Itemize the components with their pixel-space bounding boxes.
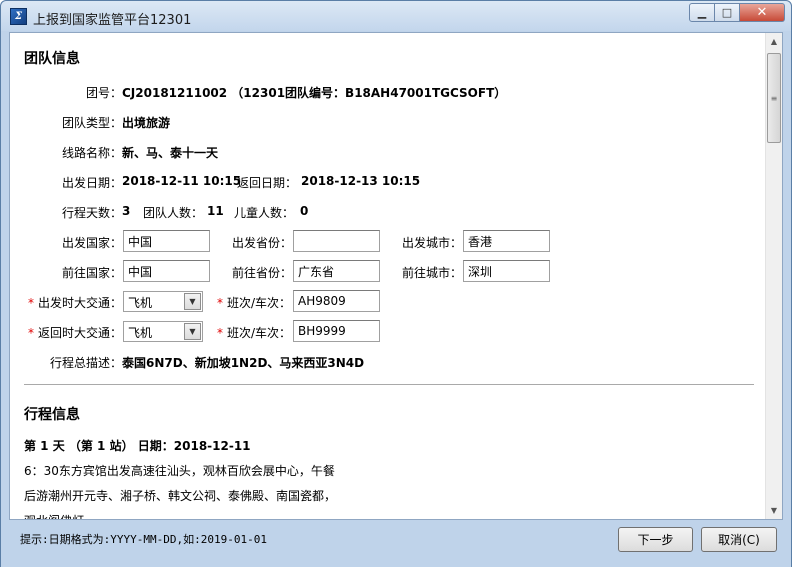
return-date-label: 返回日期： — [237, 176, 298, 190]
depart-city-label: 出发城市： — [402, 236, 463, 250]
dest-province-label: 前往省份： — [232, 266, 293, 280]
scroll-down-icon[interactable]: ▼ — [766, 502, 782, 519]
window-controls: ▁ □ ✕ — [689, 3, 785, 22]
section-divider — [24, 384, 754, 385]
depart-transport-value: 飞机 — [128, 296, 153, 310]
close-button[interactable]: ✕ — [740, 3, 785, 22]
scroll-content: 团队信息 团号： CJ20181211002 （12301团队编号：B18AH4… — [10, 33, 766, 519]
route-name-label: 线路名称： — [62, 146, 123, 160]
depart-country-input[interactable] — [123, 230, 210, 252]
depart-date-value: 2018-12-11 10:15 — [122, 174, 242, 188]
team-info-heading: 团队信息 — [24, 51, 80, 67]
depart-transport-label-text: 出发时大交通： — [38, 296, 123, 310]
trip-line: 观北阁佛灯 — [24, 512, 84, 519]
depart-transport-select[interactable]: 飞机 ▼ — [123, 291, 203, 312]
cancel-button[interactable]: 取消(C) — [701, 527, 777, 552]
dest-city-input[interactable] — [463, 260, 550, 282]
return-transport-value: 飞机 — [128, 326, 153, 340]
itinerary-desc-label: 行程总描述： — [50, 356, 123, 370]
depart-flight-input[interactable] — [293, 290, 380, 312]
return-date-value: 2018-12-13 10:15 — [301, 174, 421, 188]
return-transport-label-text: 返回时大交通： — [38, 326, 123, 340]
chevron-down-icon[interactable]: ▼ — [184, 323, 201, 340]
minimize-button[interactable]: ▁ — [689, 3, 715, 22]
date-format-hint: 提示:日期格式为:YYYY-MM-DD,如:2019-01-01 — [20, 533, 267, 546]
depart-flight-label-text: 班次/车次： — [227, 296, 292, 310]
depart-province-label: 出发省份： — [232, 236, 293, 250]
form-panel: 团队信息 团号： CJ20181211002 （12301团队编号：B18AH4… — [9, 32, 783, 520]
scroll-thumb[interactable]: ≡ — [767, 53, 781, 143]
people-label: 团队人数： — [143, 206, 204, 220]
group-type-label: 团队类型： — [62, 116, 123, 130]
depart-province-input[interactable] — [293, 230, 380, 252]
depart-date-label: 出发日期： — [62, 176, 123, 190]
people-value: 11 — [207, 204, 224, 218]
children-value: 0 — [300, 204, 309, 218]
app-logo-icon: Σ — [10, 8, 27, 25]
dest-country-input[interactable] — [123, 260, 210, 282]
dest-city-label: 前往城市： — [402, 266, 463, 280]
depart-transport-label: * 出发时大交通： — [28, 294, 122, 311]
depart-country-label: 出发国家： — [62, 236, 123, 250]
group-type-value: 出境旅游 — [122, 116, 171, 130]
next-button[interactable]: 下一步 — [618, 527, 693, 552]
trip-line: 后游潮州开元寺、湘子桥、韩文公祠、泰佛殿、南国瓷都， — [24, 489, 337, 503]
trip-line: 6：30东方宾馆出发高速往汕头，观林百欣会展中心，午餐 — [24, 464, 335, 478]
return-transport-select[interactable]: 飞机 ▼ — [123, 321, 203, 342]
depart-flight-label: * 班次/车次： — [217, 294, 291, 311]
return-flight-label-text: 班次/车次： — [227, 326, 292, 340]
group-no-value: CJ20181211002 （12301团队编号：B18AH47001TGCSO… — [122, 86, 507, 100]
chevron-down-icon[interactable]: ▼ — [184, 293, 201, 310]
required-mark: * — [28, 296, 34, 310]
vertical-scrollbar[interactable]: ▲ ≡ ▼ — [765, 33, 782, 519]
itinerary-desc-value: 泰国6N7D、新加坡1N2D、马来西亚3N4D — [122, 356, 365, 370]
dest-country-label: 前往国家： — [62, 266, 123, 280]
footer-bar: 提示:日期格式为:YYYY-MM-DD,如:2019-01-01 下一步 取消(… — [1, 521, 791, 567]
scroll-up-icon[interactable]: ▲ — [766, 33, 782, 50]
return-transport-label: * 返回时大交通： — [28, 324, 122, 341]
required-mark: * — [217, 326, 223, 340]
dialog-window: Σ 上报到国家监管平台12301 ▁ □ ✕ 团队信息 团号： CJ201812… — [0, 0, 792, 567]
trip-info-heading: 行程信息 — [24, 407, 80, 423]
group-no-label: 团号： — [86, 86, 123, 100]
dest-province-input[interactable] — [293, 260, 380, 282]
return-flight-label: * 班次/车次： — [217, 324, 291, 341]
window-title: 上报到国家监管平台12301 — [33, 13, 192, 28]
days-value: 3 — [122, 204, 131, 218]
children-label: 儿童人数： — [234, 206, 295, 220]
maximize-button[interactable]: □ — [715, 3, 740, 22]
return-flight-input[interactable] — [293, 320, 380, 342]
required-mark: * — [217, 296, 223, 310]
route-name-value: 新、马、泰十一天 — [122, 146, 219, 160]
title-bar[interactable]: Σ 上报到国家监管平台12301 ▁ □ ✕ — [1, 1, 791, 31]
depart-city-input[interactable] — [463, 230, 550, 252]
required-mark: * — [28, 326, 34, 340]
days-label: 行程天数： — [62, 206, 123, 220]
day-title: 第 1 天 （第 1 站） 日期：2018-12-11 — [24, 439, 251, 453]
